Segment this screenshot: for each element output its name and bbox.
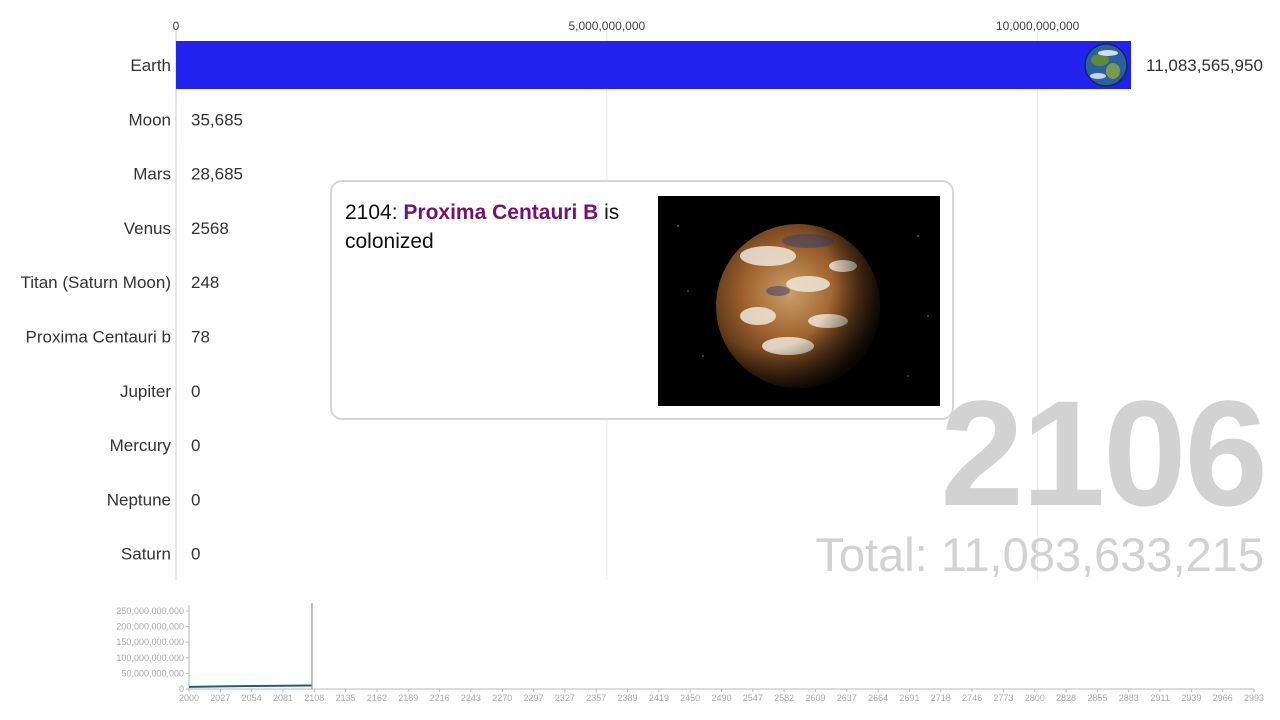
category-label: Saturn bbox=[121, 545, 171, 564]
mini-x-tick-label: 2000 bbox=[179, 693, 199, 703]
mini-x-tick-label: 2855 bbox=[1087, 693, 1107, 703]
value-label: 28,685 bbox=[191, 165, 243, 184]
mini-y-tick-label: 50,000,000,000 bbox=[121, 668, 184, 678]
mini-x-tick-label: 2883 bbox=[1119, 693, 1139, 703]
current-year: 2106 bbox=[940, 369, 1268, 537]
value-label: 248 bbox=[191, 273, 219, 292]
mini-x-tick-label: 2691 bbox=[899, 693, 919, 703]
value-label: 78 bbox=[191, 328, 210, 347]
mini-x-tick-label: 2419 bbox=[649, 693, 669, 703]
mini-x-tick-label: 2911 bbox=[1150, 693, 1169, 703]
mini-x-tick-label: 2828 bbox=[1056, 693, 1076, 703]
mini-x-tick-label: 2054 bbox=[242, 693, 262, 703]
mini-x-tick-label: 2162 bbox=[367, 693, 387, 703]
mini-x-tick-label: 2490 bbox=[711, 693, 731, 703]
category-label: Mars bbox=[133, 165, 171, 184]
category-label: Moon bbox=[128, 110, 171, 129]
mini-x-tick-label: 2135 bbox=[336, 693, 356, 703]
value-label: 2568 bbox=[191, 219, 229, 238]
value-label: 35,685 bbox=[191, 110, 243, 129]
mini-y-tick-label: 250,000,000,000 bbox=[116, 606, 184, 616]
mini-x-tick-label: 2637 bbox=[837, 693, 857, 703]
mini-x-tick-label: 2357 bbox=[586, 693, 606, 703]
category-label: Titan (Saturn Moon) bbox=[20, 273, 171, 292]
category-label: Earth bbox=[130, 56, 171, 75]
mini-x-tick-label: 2189 bbox=[398, 693, 418, 703]
value-label: 11,083,565,950 bbox=[1146, 56, 1263, 75]
mini-x-tick-label: 2389 bbox=[618, 693, 638, 703]
mini-x-tick-label: 2664 bbox=[868, 693, 888, 703]
mini-x-tick-label: 2746 bbox=[962, 693, 982, 703]
event-caption: 2104: Proxima Centauri B is colonized bbox=[345, 198, 645, 256]
mini-x-tick-label: 2993 bbox=[1244, 693, 1264, 703]
mini-y-tick-label: 100,000,000,000 bbox=[116, 653, 184, 663]
mini-y-tick-label: 200,000,000,000 bbox=[116, 622, 184, 632]
x-tick-label: 10,000,000,000 bbox=[996, 19, 1080, 33]
value-label: 0 bbox=[191, 490, 200, 509]
mini-x-tick-label: 2547 bbox=[743, 693, 763, 703]
mini-series-line bbox=[188, 684, 312, 688]
mini-x-tick-label: 2450 bbox=[680, 693, 700, 703]
mini-x-tick-label: 2718 bbox=[931, 693, 951, 703]
mini-x-tick-label: 2773 bbox=[993, 693, 1013, 703]
category-label: Jupiter bbox=[120, 382, 171, 401]
mini-x-tick-label: 2939 bbox=[1181, 693, 1201, 703]
category-label: Neptune bbox=[107, 490, 171, 509]
event-highlight: Proxima Centauri B bbox=[403, 201, 599, 224]
mini-x-tick-label: 2270 bbox=[492, 693, 512, 703]
x-tick-label: 5,000,000,000 bbox=[568, 19, 645, 33]
mini-x-tick-label: 2216 bbox=[430, 693, 450, 703]
event-popup: 2104: Proxima Centauri B is colonized bbox=[330, 180, 954, 420]
value-label: 0 bbox=[191, 545, 200, 564]
total-value: Total: 11,083,633,215 bbox=[815, 528, 1264, 581]
bar-0 bbox=[176, 41, 1131, 89]
mini-x-tick-label: 2243 bbox=[461, 693, 481, 703]
mini-x-tick-label: 2297 bbox=[524, 693, 544, 703]
mini-x-tick-label: 2027 bbox=[210, 693, 230, 703]
category-label: Mercury bbox=[110, 436, 172, 455]
value-label: 0 bbox=[191, 436, 200, 455]
timeline-mini-chart: 050,000,000,000100,000,000,000150,000,00… bbox=[116, 603, 1264, 703]
mini-x-tick-label: 2081 bbox=[273, 693, 293, 703]
category-label: Proxima Centauri b bbox=[25, 328, 171, 347]
mini-x-tick-label: 2108 bbox=[304, 693, 324, 703]
x-tick-label: 0 bbox=[173, 19, 180, 33]
mini-x-tick-label: 2582 bbox=[774, 693, 794, 703]
mini-y-tick-label: 150,000,000,000 bbox=[116, 637, 184, 647]
mini-x-tick-label: 2609 bbox=[805, 693, 825, 703]
earth-globe-icon bbox=[1084, 43, 1128, 87]
category-label: Venus bbox=[124, 219, 171, 238]
mini-x-tick-label: 2327 bbox=[555, 693, 575, 703]
mini-x-tick-label: 2966 bbox=[1213, 693, 1233, 703]
mini-x-tick-label: 2800 bbox=[1025, 693, 1045, 703]
proxima-centauri-b-image bbox=[658, 196, 940, 406]
value-label: 0 bbox=[191, 382, 200, 401]
event-year-prefix: 2104: bbox=[345, 201, 404, 224]
